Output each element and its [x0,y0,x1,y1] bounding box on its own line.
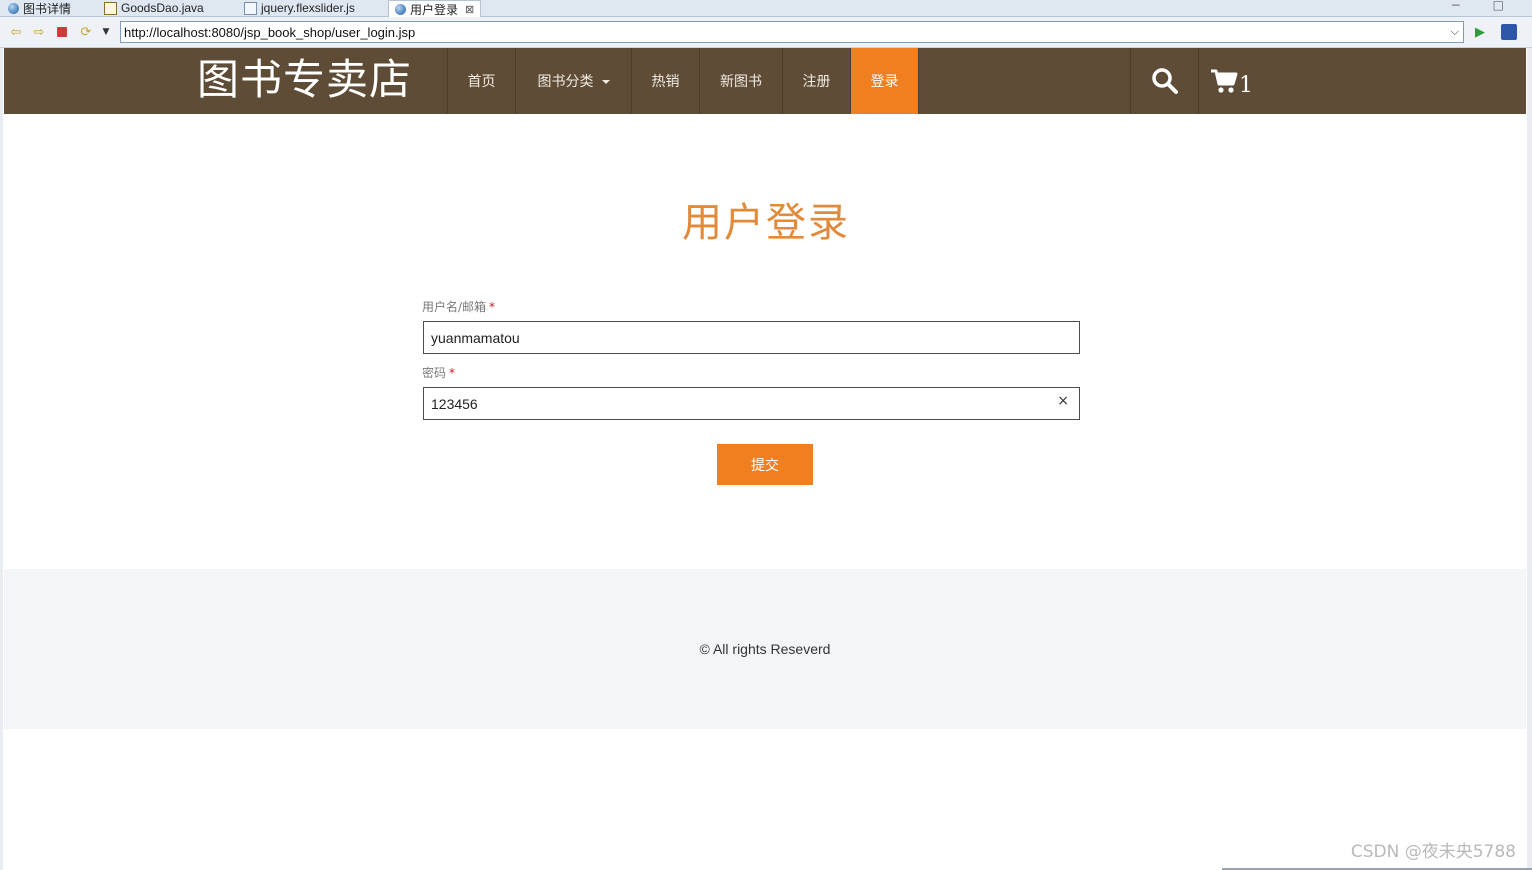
ide-tab-book-detail[interactable]: 图书详情 [8,0,71,16]
username-label: 用户名/邮箱 * [422,298,495,315]
nav-item-categories[interactable]: 图书分类 [515,48,631,114]
search-button[interactable] [1130,48,1198,114]
site-navbar: 图书专卖店 首页 图书分类 热销 新图书 注册 登录 1 [4,48,1526,114]
page-title: 用户登录 [682,200,850,246]
watermark: CSDN @夜未央5788 [1350,842,1516,862]
ide-tab-label: GoodsDao.java [121,1,204,15]
url-bar[interactable]: ⌵ [120,21,1464,43]
nav-item-new-books[interactable]: 新图书 [699,48,782,114]
nav-item-label: 首页 [467,74,496,90]
password-label: 密码 * [422,364,455,381]
site-footer: © All rights Reseverd [4,569,1526,729]
search-icon [1151,68,1178,94]
menu-dropdown-icon[interactable]: ▼ [98,24,114,40]
ide-tab-label: 图书详情 [23,1,72,16]
page-left-edge [0,48,3,870]
back-arrow-icon[interactable]: ⇦ [8,24,24,40]
ide-tab-goodsdao[interactable]: GoodsDao.java [104,0,204,16]
ide-tab-label: 用户登录 [410,2,459,17]
cart-icon [1211,69,1238,93]
nav-item-home[interactable]: 首页 [447,48,515,114]
java-file-icon [104,1,117,15]
nav-item-label: 图书分类 [537,74,594,90]
page-scrollbar[interactable] [1527,48,1532,870]
globe-icon [8,2,19,14]
clear-icon[interactable]: × [1057,393,1069,409]
ide-tab-label: jquery.flexslider.js [261,1,355,15]
ide-tab-flexslider[interactable]: jquery.flexslider.js [244,0,355,16]
browser-toolbar: ⇦ ⇨ ⟳ ▼ ⌵ ▶ [0,17,1532,48]
username-input[interactable] [424,329,1038,346]
required-mark: * [489,300,496,314]
cart-button[interactable]: 1 [1198,48,1264,114]
nav-item-hot[interactable]: 热销 [631,48,699,114]
refresh-icon[interactable]: ⟳ [78,24,94,40]
js-file-icon [244,1,257,15]
stop-icon[interactable] [54,24,70,40]
site-brand[interactable]: 图书专卖店 [197,52,412,108]
password-label-text: 密码 [422,366,447,380]
nav-divider [918,48,919,114]
caret-down-icon [601,80,610,84]
copyright-text: © All rights Reseverd [699,641,831,657]
password-field[interactable]: × [423,387,1080,420]
username-label-text: 用户名/邮箱 [422,300,487,314]
nav-item-register[interactable]: 注册 [782,48,850,114]
nav-item-login[interactable]: 登录 [850,48,918,114]
cart-count-badge: 1 [1239,72,1253,98]
required-mark: * [449,366,456,380]
nav-item-label: 热销 [651,74,680,90]
external-browser-icon[interactable] [1501,24,1517,40]
go-icon[interactable]: ▶ [1472,24,1488,40]
close-icon[interactable]: ⊠ [465,3,474,16]
password-input[interactable] [424,395,1038,412]
nav-item-label: 登录 [870,74,899,90]
ide-tab-user-login[interactable]: 用户登录 ⊠ [388,0,482,17]
submit-button[interactable]: 提交 [717,444,813,485]
username-field[interactable] [423,321,1080,354]
forward-arrow-icon[interactable]: ⇨ [31,24,47,40]
chevron-down-icon[interactable]: ⌵ [1451,25,1459,39]
window-controls[interactable]: − □ [1451,0,1518,12]
nav-item-label: 注册 [802,74,831,90]
globe-icon [395,3,406,15]
nav-item-label: 新图书 [720,74,762,90]
ide-tab-bar: 图书详情 GoodsDao.java jquery.flexslider.js … [0,0,1532,17]
url-input[interactable] [121,24,1437,40]
